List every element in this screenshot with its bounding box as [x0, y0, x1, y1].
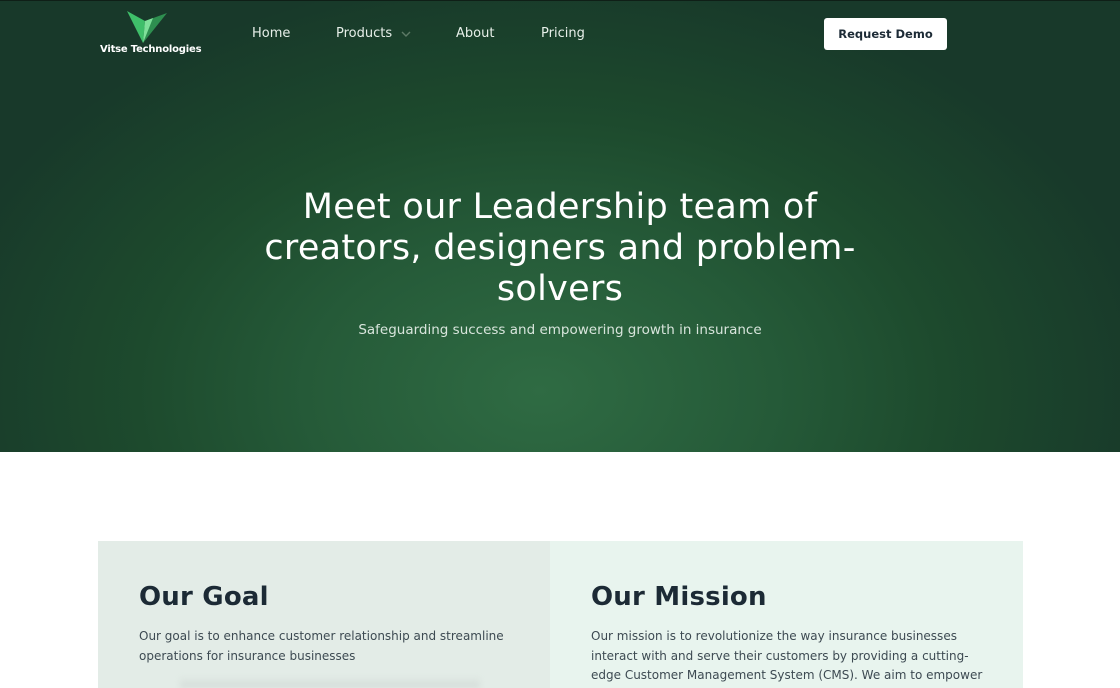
mission-text: Our mission is to revolutionize the way …: [591, 629, 983, 682]
nav-item-pricing[interactable]: Pricing: [541, 26, 585, 41]
hero-section: Vitse Technologies Home Products About P…: [0, 0, 1120, 452]
request-demo-button[interactable]: Request Demo: [824, 18, 947, 50]
nav-item-home[interactable]: Home: [252, 26, 290, 41]
mission-heading: Our Mission: [591, 582, 767, 612]
nav-item-label: Products: [336, 26, 393, 41]
nav-item-label: About: [456, 26, 495, 41]
nav-item-about[interactable]: About: [456, 26, 494, 41]
v-check-logo-icon: [127, 11, 167, 43]
brand-logo[interactable]: Vitse Technologies: [100, 11, 202, 59]
image-shadow: [180, 676, 480, 688]
goal-text: Our goal is to enhance customer relation…: [139, 629, 504, 663]
nav-item-label: Pricing: [541, 26, 585, 41]
mission-card: Our Mission Our mission is to revolution…: [550, 541, 1023, 688]
chevron-down-icon: [401, 31, 411, 37]
hero-title: Meet our Leadership team of creators, de…: [264, 187, 856, 309]
brand-name: Vitse Technologies: [100, 44, 202, 55]
nav-item-products[interactable]: Products: [336, 26, 411, 41]
goal-heading: Our Goal: [139, 582, 269, 612]
nav-item-label: Home: [252, 26, 291, 41]
goal-card: Our Goal Our goal is to enhance customer…: [98, 541, 550, 688]
hero-subtitle: Safeguarding success and empowering grow…: [358, 322, 762, 338]
top-nav: Vitse Technologies Home Products About P…: [0, 1, 1120, 69]
